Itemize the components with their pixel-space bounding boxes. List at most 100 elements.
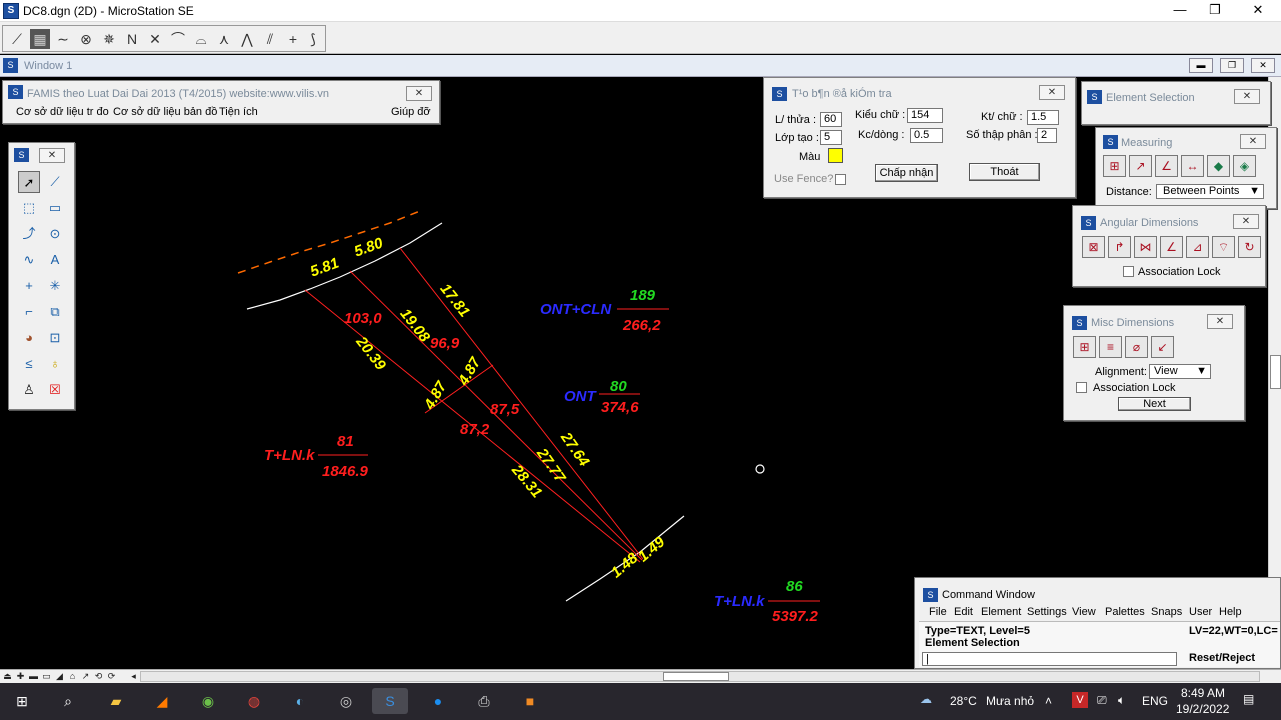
pan-view-icon[interactable]: ↗ [80, 670, 91, 683]
kcdong-input[interactable]: 0.5 [910, 128, 943, 143]
close-icon[interactable]: ✕ [1240, 134, 1266, 149]
rectangle-icon[interactable]: ▭ [44, 197, 66, 219]
update-view-icon[interactable]: ⏏ [2, 670, 13, 683]
menu-edit[interactable]: Edit [954, 606, 973, 618]
ktchu-input[interactable]: 1.5 [1027, 110, 1059, 125]
menu-settings[interactable]: Settings [1027, 606, 1067, 618]
point-icon[interactable]: + [283, 29, 303, 49]
angle-size-icon[interactable]: ⊠ [1082, 236, 1105, 258]
view-minimize-button[interactable]: ▬ [1189, 58, 1213, 73]
menu-giupdo[interactable]: Giúp đỡ [391, 106, 431, 118]
menu-file[interactable]: File [929, 606, 947, 618]
copy-icon[interactable]: ⧉ [44, 301, 66, 323]
arc-tool-icon[interactable]: ⌒ [168, 29, 188, 49]
curve-icon[interactable]: ∿ [18, 249, 40, 271]
point-icon[interactable]: + [18, 275, 40, 297]
stamp-icon[interactable]: ♙ [18, 379, 40, 401]
parcel-area[interactable]: 5397.2 [772, 608, 818, 625]
menu-user[interactable]: User [1189, 606, 1212, 618]
menu-csdl-trdo[interactable]: Cơ sở dữ liệu tr đo [16, 106, 109, 118]
command-input[interactable]: | [922, 652, 1177, 666]
angle-x-axis-icon[interactable]: ∠ [1160, 236, 1183, 258]
app-green-icon[interactable]: ◉ [194, 688, 222, 714]
pattern-tool-icon[interactable]: ▦ [30, 29, 50, 49]
search-icon[interactable]: ⌕ [54, 688, 82, 714]
menu-view[interactable]: View [1072, 606, 1096, 618]
text-icon[interactable]: A [44, 249, 66, 271]
zalo-icon[interactable]: ● [424, 688, 452, 714]
arc-icon[interactable]: ⤴ [18, 223, 40, 245]
vertex-icon[interactable]: ⋀ [237, 29, 257, 49]
fork-icon[interactable]: ⋏ [214, 29, 234, 49]
palette-color-icon[interactable]: ◕ [18, 327, 40, 349]
app-orange-icon[interactable]: ■ [516, 688, 544, 714]
distance-select[interactable]: Between Points ▼ [1156, 184, 1264, 199]
close-button[interactable]: ✕ [1238, 0, 1278, 22]
clock-time[interactable]: 8:49 AM [1181, 686, 1225, 700]
weather-temp[interactable]: 28°C [950, 694, 977, 708]
language-indicator[interactable]: ENG [1142, 694, 1168, 708]
dimension-ordinates-icon[interactable]: ≡ [1099, 336, 1122, 358]
angle-lines-icon[interactable]: ⋈ [1134, 236, 1157, 258]
menu-palettes[interactable]: Palettes [1105, 606, 1145, 618]
rotate-view-icon[interactable]: ⌂ [67, 670, 78, 683]
color-swatch[interactable] [828, 148, 843, 163]
parcel-area[interactable]: 266,2 [623, 317, 661, 334]
association-lock-checkbox[interactable] [1123, 266, 1134, 277]
close-icon[interactable]: ✕ [1234, 89, 1260, 104]
measure-angle-icon[interactable]: ∠ [1155, 155, 1178, 177]
close-icon[interactable]: ✕ [406, 86, 432, 101]
fillet-icon[interactable]: ⌐ [18, 301, 40, 323]
zoom-in-icon[interactable]: ✚ [15, 670, 26, 683]
file-explorer-icon[interactable]: ▰ [102, 688, 130, 714]
view-next-icon[interactable]: ⟳ [106, 670, 117, 683]
menu-snaps[interactable]: Snaps [1151, 606, 1182, 618]
reset-reject-label[interactable]: Reset/Reject [1189, 652, 1255, 664]
next-button[interactable]: Next [1118, 397, 1191, 411]
measure-distance-icon[interactable]: ⊞ [1103, 155, 1126, 177]
scroll-thumb[interactable] [663, 672, 729, 681]
fence-icon[interactable]: ⬚ [18, 197, 40, 219]
curve-tool-icon[interactable]: ∼ [53, 29, 73, 49]
zigzag-icon[interactable]: N [122, 29, 142, 49]
gear-node-icon[interactable]: ✵ [99, 29, 119, 49]
chrome-icon[interactable]: ◍ [240, 688, 268, 714]
menu-csdl-bando[interactable]: Cơ sở dữ liệu bản đồ [113, 106, 217, 118]
menu-element[interactable]: Element [981, 606, 1021, 618]
lthua-input[interactable]: 60 [820, 112, 842, 127]
delete-icon[interactable]: ☒ [44, 379, 66, 401]
close-icon[interactable]: ✕ [1207, 314, 1233, 329]
landuse-label[interactable]: ONT+CLN [540, 301, 611, 318]
minimize-button[interactable]: — [1160, 0, 1200, 22]
association-lock-checkbox[interactable] [1076, 382, 1087, 393]
app-globe-icon[interactable]: ◐ [286, 688, 314, 714]
app-rainbow-icon[interactable]: ◢ [148, 688, 176, 714]
view-restore-button[interactable]: ❐ [1220, 58, 1244, 73]
measure-area-icon[interactable]: ◆ [1207, 155, 1230, 177]
parcel-number[interactable]: 189 [630, 287, 655, 304]
maximize-button[interactable]: ❐ [1195, 0, 1235, 22]
zoom-out-icon[interactable]: ▬ [28, 670, 39, 683]
fit-view-icon[interactable]: ◢ [54, 670, 65, 683]
cell-icon[interactable]: ✳ [44, 275, 66, 297]
view-close-button[interactable]: ✕ [1251, 58, 1275, 73]
landuse-label[interactable]: T+LN.k [714, 593, 764, 610]
menu-help[interactable]: Help [1219, 606, 1242, 618]
landuse-label[interactable]: ONT [564, 388, 596, 405]
close-icon[interactable]: ✕ [1233, 214, 1259, 229]
usefence-checkbox[interactable] [835, 174, 846, 185]
measure-volume-icon[interactable]: ◈ [1233, 155, 1256, 177]
kieuchu-input[interactable]: 154 [907, 108, 943, 123]
exit-button[interactable]: Thoát [969, 163, 1040, 181]
angle-y-axis-icon[interactable]: ⊿ [1186, 236, 1209, 258]
view-previous-icon[interactable]: ⟲ [93, 670, 104, 683]
parcel-area[interactable]: 1846.9 [322, 463, 368, 480]
scroll-left-icon[interactable]: ◂ [128, 670, 139, 683]
dimension-label-icon[interactable]: ↙ [1151, 336, 1174, 358]
scale-icon[interactable]: ⊡ [44, 327, 66, 349]
parcel-area[interactable]: 374,6 [601, 399, 639, 416]
microstation-taskbar-icon[interactable]: S [372, 688, 408, 714]
chevron-up-icon[interactable]: ˄ [1045, 694, 1052, 708]
measure-radius-icon[interactable]: ↗ [1129, 155, 1152, 177]
clock-date[interactable]: 19/2/2022 [1176, 702, 1229, 716]
